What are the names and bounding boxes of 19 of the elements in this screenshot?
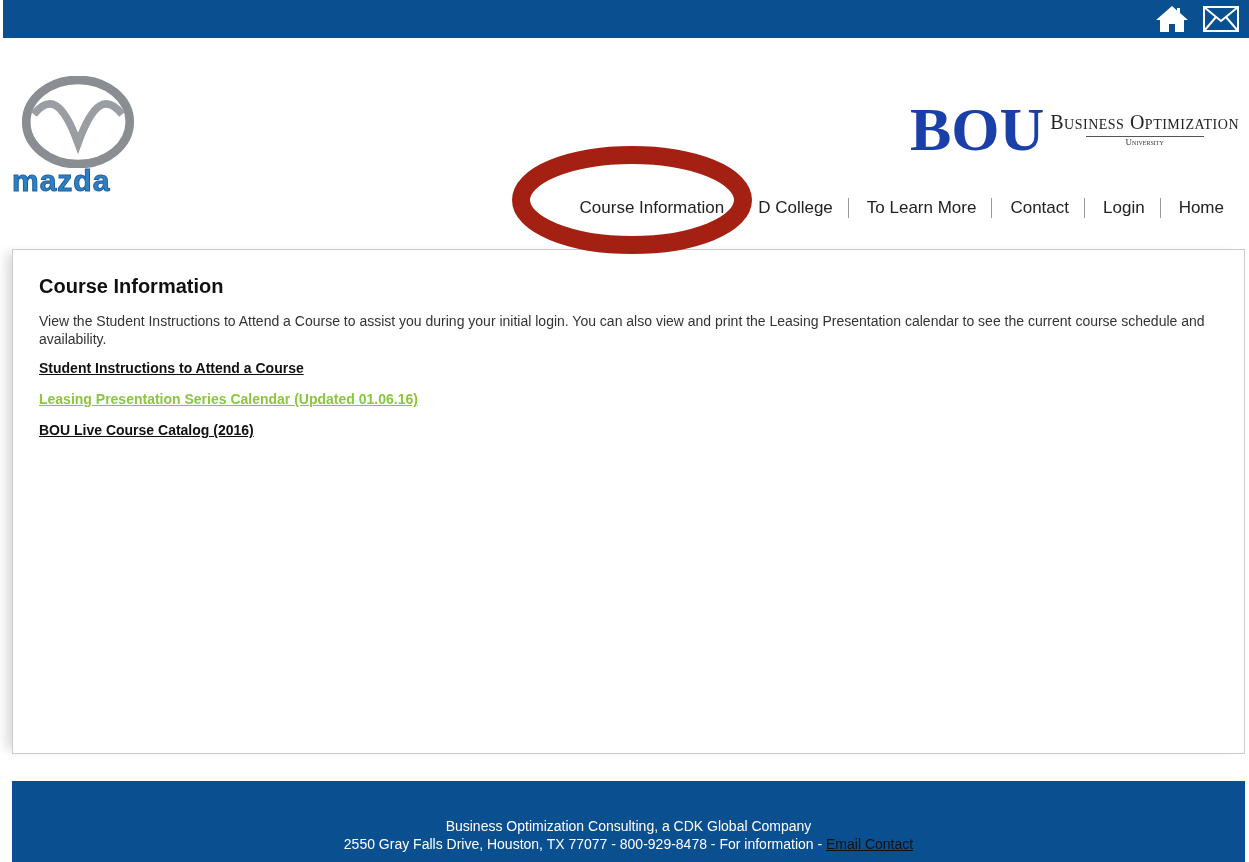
university-subtitle: University — [1085, 136, 1204, 147]
nav-link[interactable]: D College — [740, 198, 848, 218]
section-title: Course Information — [39, 275, 224, 298]
document-link[interactable]: Student Instructions to Attend a Course — [39, 360, 304, 376]
mazda-wordmark: mazda — [12, 168, 111, 194]
intro-text: View the Student Instructions to Attend a Course to assist you during your initial login. You can also view and print the Leasing Presentation calendar to see the current course schedule and availability. — [39, 312, 1206, 348]
nav-link[interactable]: To Learn More — [848, 198, 992, 218]
mail-icon[interactable] — [1203, 6, 1239, 32]
bou-logo: BOU — [909, 98, 1045, 160]
nav-link[interactable]: Course Information — [564, 198, 740, 218]
home-icon[interactable] — [1155, 5, 1189, 33]
nav-link[interactable]: Login — [1085, 198, 1160, 218]
mazda-emblem-icon — [20, 76, 136, 168]
footer-text: Business Optimization Consulting, a CDK Global Company — [445, 817, 812, 835]
university-name: Business Optimization — [1050, 111, 1239, 134]
document-link[interactable]: BOU Live Course Catalog (2016) — [39, 422, 254, 438]
footer-text: 2550 Gray Falls Drive, Houston, TX 77077 - 800-929-8478 - For information - — [343, 836, 823, 852]
nav-link[interactable]: Contact — [992, 198, 1085, 218]
nav-link[interactable]: Home — [1160, 198, 1239, 218]
